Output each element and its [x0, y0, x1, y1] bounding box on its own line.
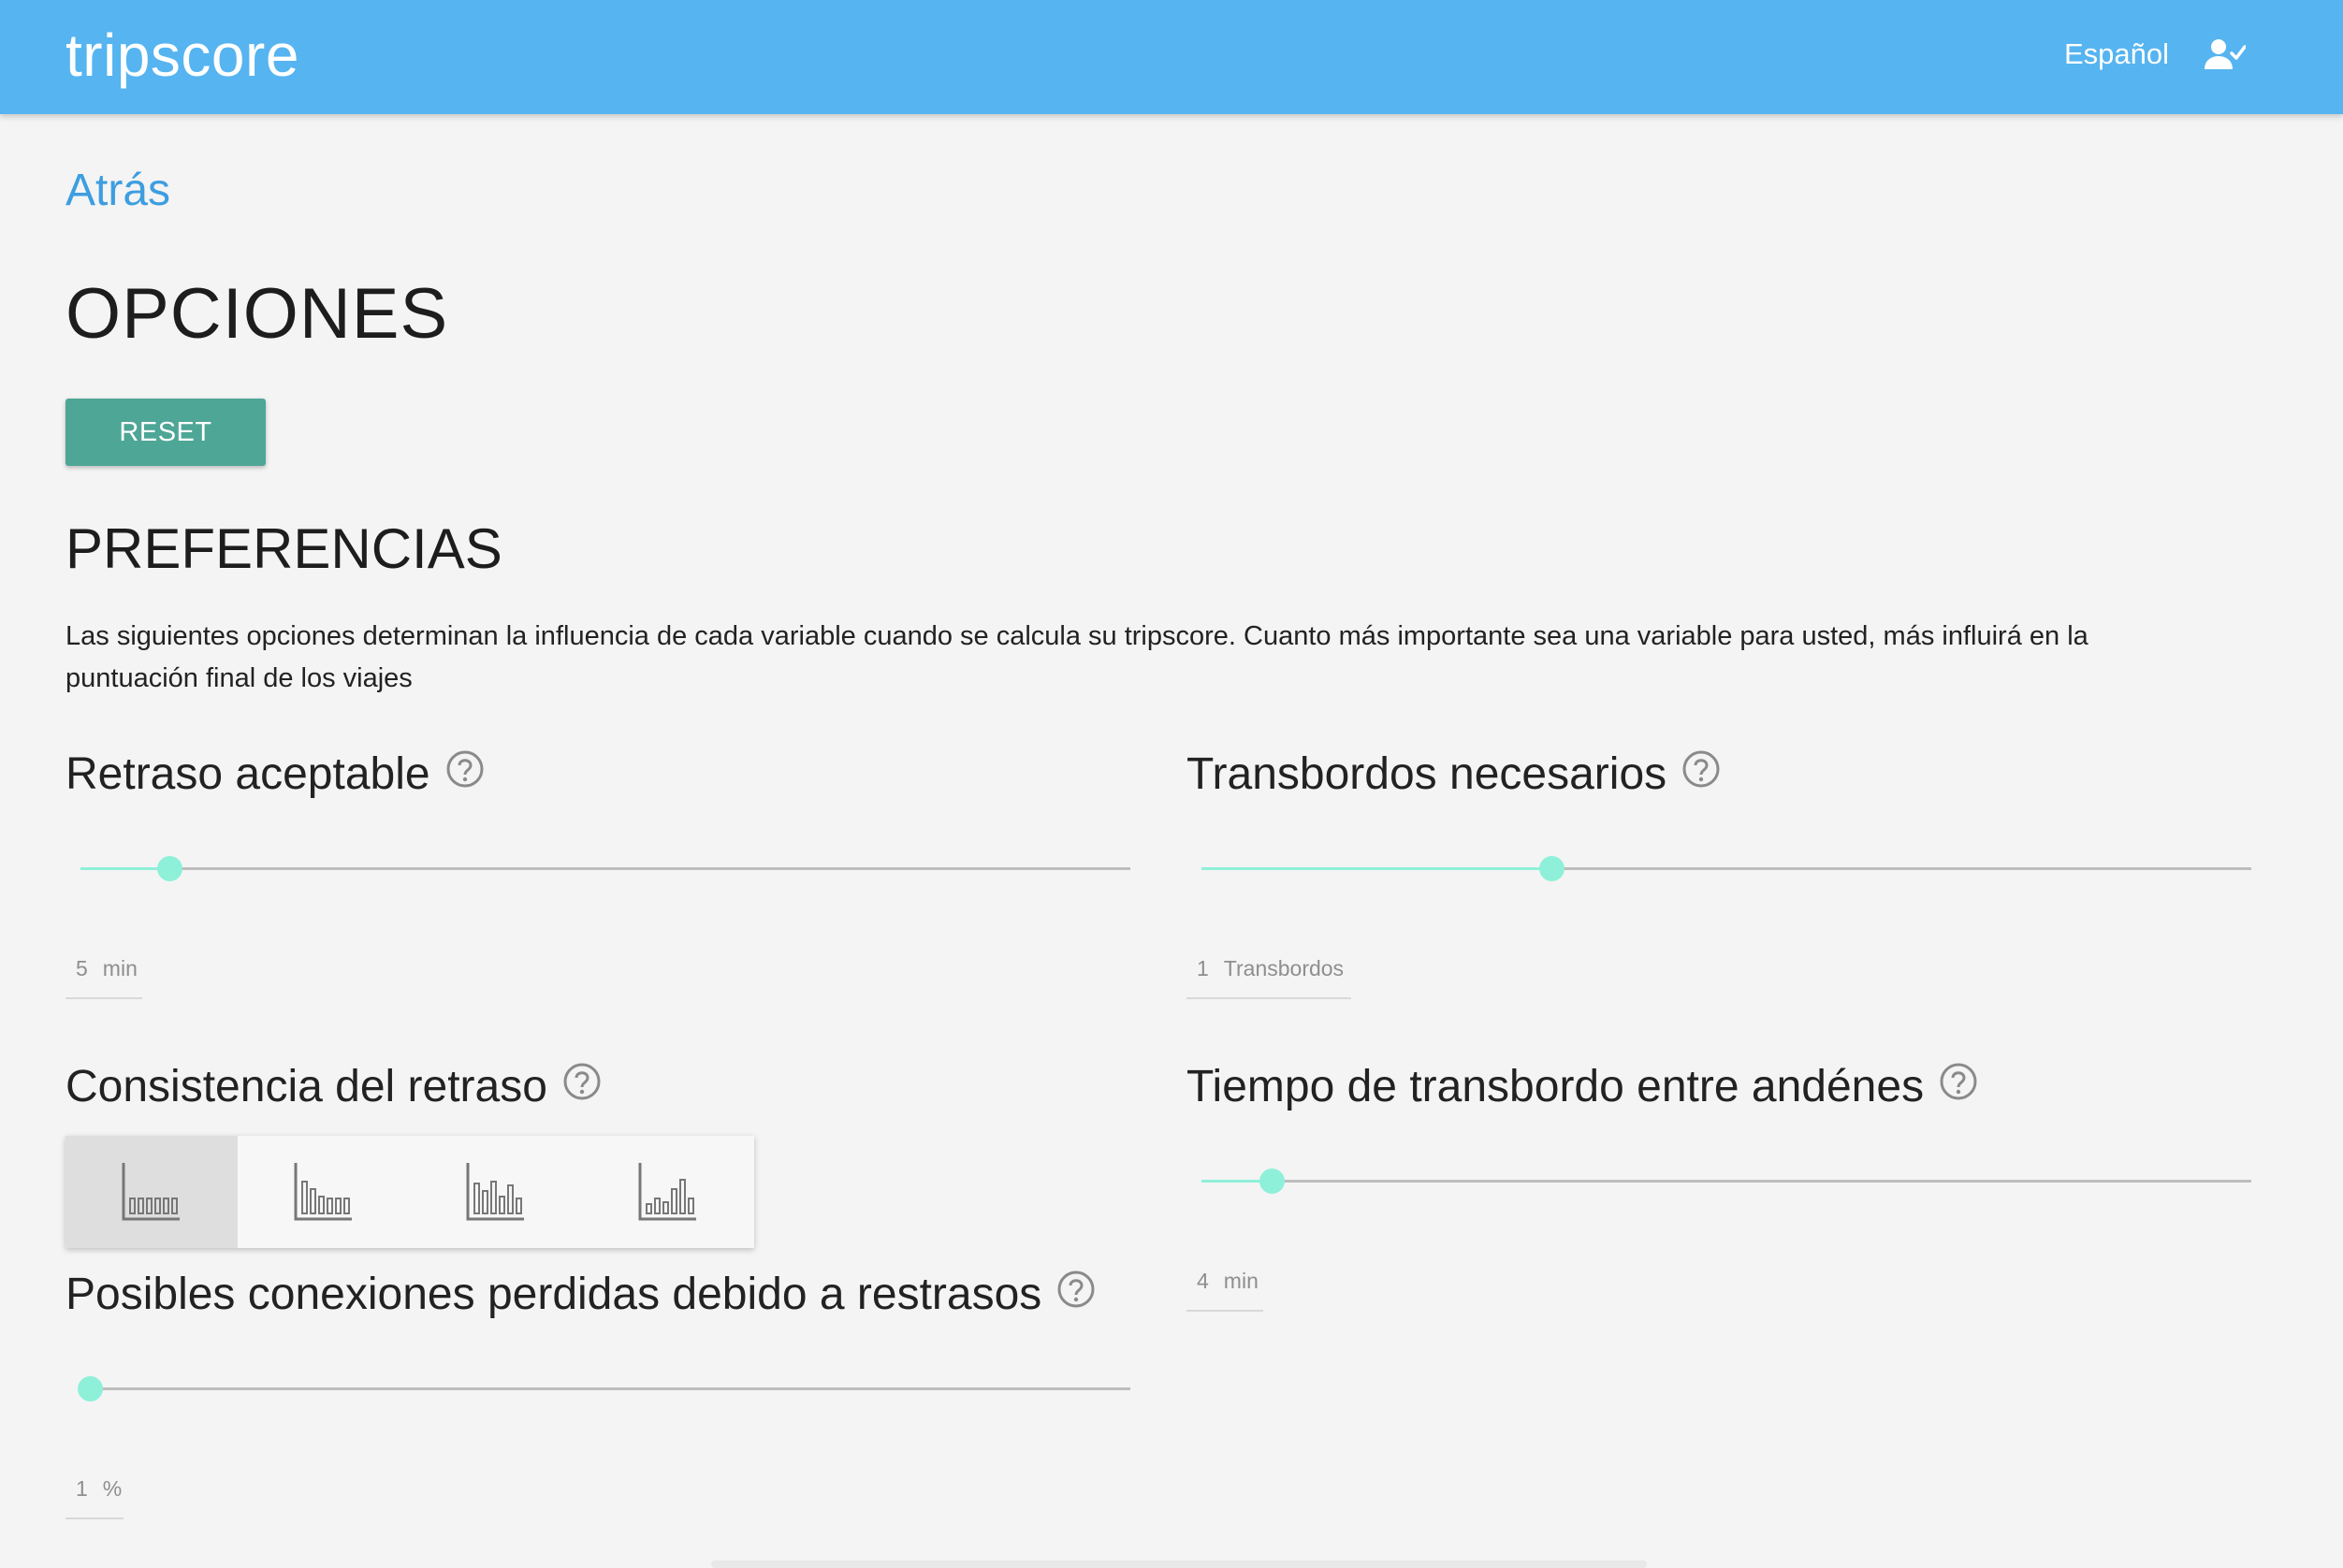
page-title: OPCIONES: [65, 274, 449, 354]
delay-title-label: Retraso aceptable: [65, 749, 430, 799]
transfers-slider[interactable]: [1201, 849, 2251, 887]
transfers-value-field[interactable]: 1 Transbordos: [1186, 956, 1351, 999]
help-icon[interactable]: [1681, 749, 1721, 789]
distribution-increasing-icon: [638, 1163, 696, 1221]
help-icon[interactable]: [445, 749, 485, 789]
slider-thumb[interactable]: [78, 1376, 103, 1401]
distribution-decreasing-icon: [294, 1163, 352, 1221]
back-link[interactable]: Atrás: [65, 165, 170, 216]
preferences-description: Las siguientes opciones determinan la in…: [65, 621, 2088, 693]
transfer-time-value: 4: [1197, 1269, 1209, 1293]
help-icon[interactable]: [1056, 1270, 1096, 1309]
missed-connections-title-label: Posibles conexiones perdidas debido a re…: [65, 1270, 1042, 1319]
slider-rail[interactable]: [80, 867, 1130, 870]
slider-fill: [1201, 867, 1551, 870]
missed-connections-value-field[interactable]: 1%: [65, 1476, 124, 1519]
transfer-time-slider[interactable]: [1201, 1162, 2251, 1199]
transfers-value: 1: [1197, 956, 1209, 980]
slider-thumb[interactable]: [1538, 856, 1564, 881]
consistency-option-decreasing[interactable]: [238, 1136, 410, 1248]
missed-connections-unit: %: [102, 1476, 123, 1501]
slider-fill: [80, 867, 170, 870]
transfers-setting-title: Transbordos necesarios: [1186, 748, 1721, 800]
top-app-bar: tripscore Español: [0, 0, 2343, 114]
transfer-time-unit: min: [1223, 1269, 1259, 1293]
missed-connections-value: 1: [76, 1476, 88, 1501]
distribution-middle-icon: [466, 1163, 524, 1221]
delay-unit: min: [102, 956, 138, 980]
slider-rail[interactable]: [90, 1387, 1130, 1390]
delay-setting-title: Retraso aceptable: [65, 748, 485, 800]
missed-connections-slider[interactable]: [78, 1370, 1130, 1407]
language-selector[interactable]: Español: [2064, 37, 2169, 71]
reset-button[interactable]: RESET: [65, 399, 266, 466]
slider-thumb[interactable]: [1259, 1169, 1286, 1194]
distribution-flat-icon: [122, 1163, 180, 1221]
consistency-option-middle[interactable]: [410, 1136, 582, 1248]
consistency-setting-title: Consistencia del retraso: [65, 1061, 602, 1112]
slider-rail[interactable]: [1201, 1180, 2251, 1183]
transfers-title-label: Transbordos necesarios: [1186, 749, 1667, 799]
transfer-time-setting-title: Tiempo de transbordo entre andénes: [1186, 1061, 1978, 1112]
transfer-time-title-label: Tiempo de transbordo entre andénes: [1186, 1062, 1925, 1111]
help-icon[interactable]: [562, 1062, 602, 1101]
help-icon[interactable]: [1939, 1062, 1978, 1101]
preferences-heading: PREFERENCIAS: [65, 517, 502, 580]
transfer-time-value-field[interactable]: 4 min: [1186, 1269, 1263, 1312]
missed-connections-setting-title: Posibles conexiones perdidas debido a re…: [65, 1269, 1096, 1320]
delay-slider[interactable]: [80, 849, 1130, 887]
consistency-option-flat[interactable]: [65, 1136, 238, 1248]
person-check-icon[interactable]: [2205, 37, 2246, 71]
delay-consistency-toggle-group: [65, 1136, 754, 1248]
content-bottom-edge: [711, 1561, 1647, 1568]
transfers-unit: Transbordos: [1223, 956, 1345, 980]
app-logo[interactable]: tripscore: [65, 21, 299, 90]
consistency-title-label: Consistencia del retraso: [65, 1062, 547, 1111]
delay-value: 5: [76, 956, 88, 980]
delay-value-field[interactable]: 5 min: [65, 956, 142, 999]
slider-thumb[interactable]: [157, 856, 183, 881]
consistency-option-increasing[interactable]: [582, 1136, 754, 1248]
